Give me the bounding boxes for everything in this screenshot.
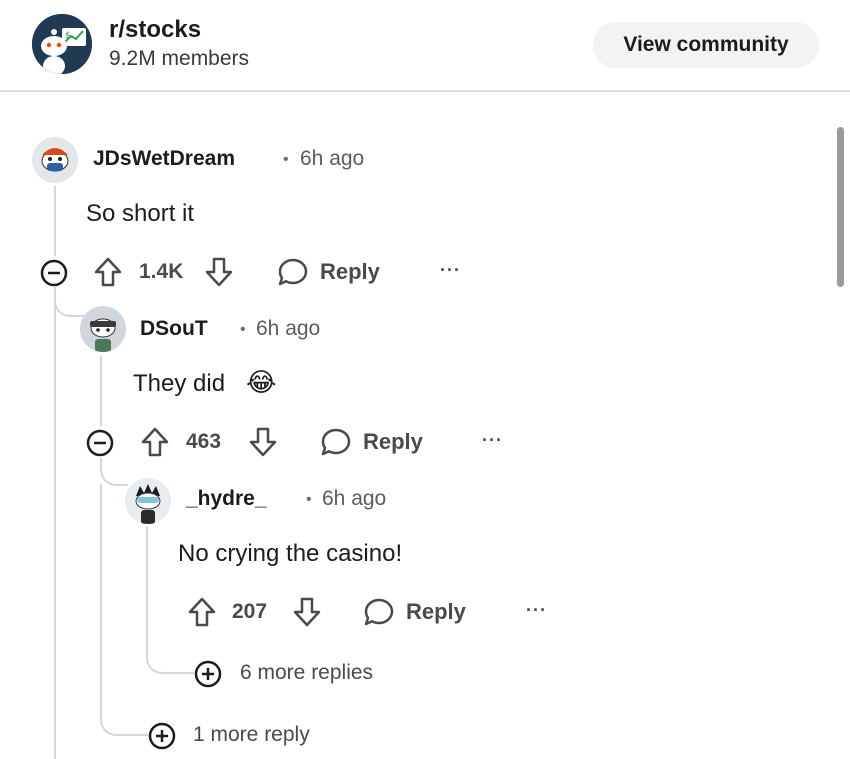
reply-icon[interactable]	[363, 596, 395, 628]
vote-count: 207	[232, 600, 268, 623]
downvote-icon[interactable]	[291, 596, 323, 628]
thread-line-2[interactable]	[100, 356, 102, 426]
thread-connector-2	[100, 458, 128, 486]
community-header: $ r/stocks 9.2M members View community	[0, 0, 850, 92]
thread-connector-more-reply	[100, 700, 148, 736]
reply-button[interactable]: Reply	[320, 259, 380, 285]
snoo-stocks-icon: $	[32, 14, 92, 74]
reply-icon[interactable]	[320, 426, 352, 458]
upvote-icon[interactable]	[92, 256, 124, 288]
comment-author[interactable]: DSouT	[140, 317, 208, 341]
more-options-button[interactable]: ···	[440, 260, 461, 281]
separator-dot: •	[306, 491, 312, 508]
downvote-icon[interactable]	[203, 256, 235, 288]
subreddit-avatar[interactable]: $	[32, 14, 92, 74]
subreddit-name[interactable]: r/stocks	[109, 16, 201, 44]
snoo-avatar-icon	[125, 478, 171, 524]
comment-body: They did	[133, 370, 226, 397]
comment-timestamp[interactable]: 6h ago	[300, 147, 364, 171]
reply-icon[interactable]	[277, 256, 309, 288]
upvote-icon[interactable]	[139, 426, 171, 458]
snoo-avatar-icon	[32, 137, 78, 183]
comment-timestamp[interactable]: 6h ago	[322, 487, 386, 511]
svg-text:$: $	[65, 31, 71, 41]
more-replies-link[interactable]: 1 more reply	[193, 723, 310, 747]
downvote-icon[interactable]	[247, 426, 279, 458]
comment-timestamp[interactable]: 6h ago	[256, 317, 320, 341]
more-options-button[interactable]: ···	[526, 600, 547, 621]
avatar[interactable]	[80, 306, 126, 352]
reply-button[interactable]: Reply	[363, 429, 423, 455]
comment-body: No crying the casino!	[178, 540, 403, 567]
avatar[interactable]	[32, 137, 78, 183]
separator-dot: •	[240, 321, 246, 338]
laughing-emoji: 😂	[246, 368, 277, 398]
upvote-icon[interactable]	[186, 596, 218, 628]
member-count: 9.2M members	[109, 47, 250, 70]
snoo-avatar-icon	[80, 306, 126, 352]
comment-body: So short it	[86, 200, 195, 227]
thread-line-2b[interactable]	[100, 484, 102, 704]
comment-author[interactable]: _hydre_	[186, 487, 267, 511]
reply-button[interactable]: Reply	[406, 599, 466, 625]
thread-connector-1	[54, 287, 84, 317]
thread-line-1[interactable]	[54, 186, 56, 256]
scrollbar[interactable]	[837, 127, 844, 287]
thread-line-1b[interactable]	[54, 287, 56, 759]
separator-dot: •	[283, 151, 289, 168]
vote-count: 1.4K	[139, 260, 184, 283]
view-community-button[interactable]: View community	[593, 22, 819, 68]
expand-plus-icon[interactable]	[193, 659, 223, 689]
expand-plus-icon[interactable]	[147, 721, 177, 751]
comment-author[interactable]: JDsWetDream	[93, 147, 235, 171]
more-replies-link[interactable]: 6 more replies	[240, 661, 373, 685]
avatar[interactable]	[125, 478, 171, 524]
vote-count: 463	[186, 430, 222, 453]
collapse-icon[interactable]	[85, 428, 115, 458]
more-options-button[interactable]: ···	[482, 430, 503, 451]
collapse-icon[interactable]	[39, 258, 69, 288]
